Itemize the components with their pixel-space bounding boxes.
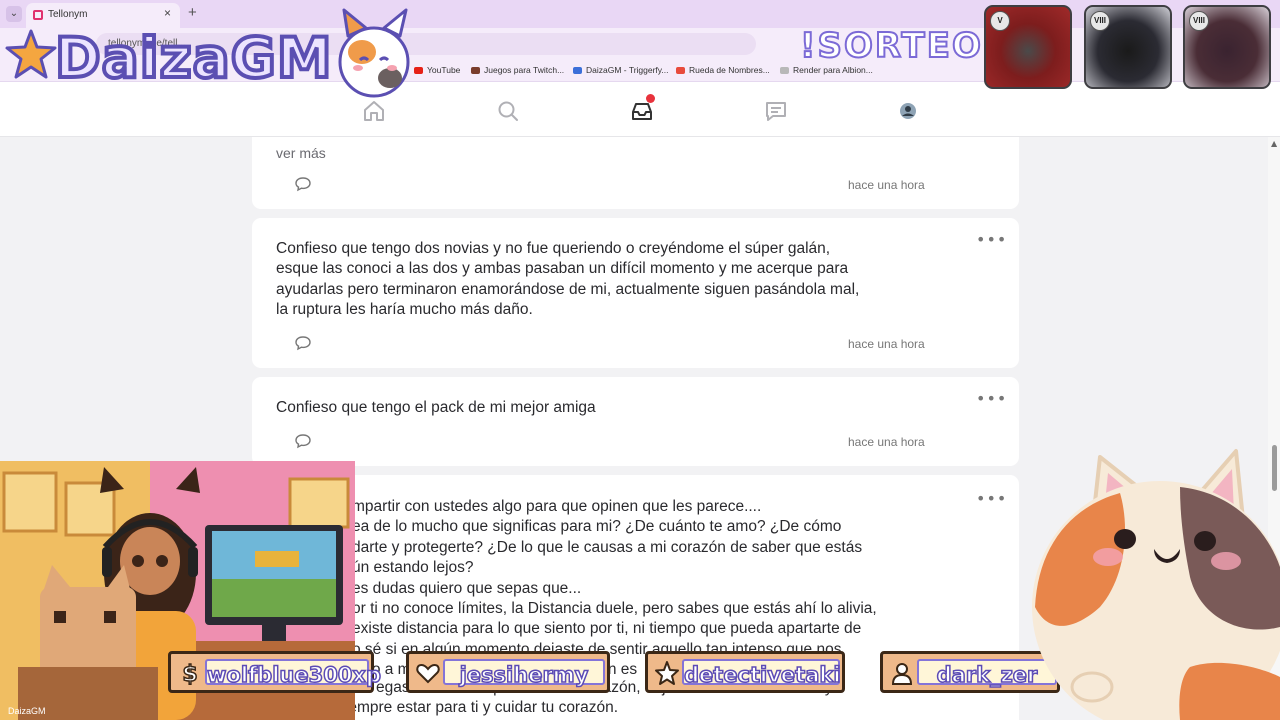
- bookmark-icon: [573, 67, 582, 74]
- raffle-item-mount: VIII: [1183, 5, 1271, 89]
- search-icon[interactable]: [496, 99, 520, 123]
- notification-dot: [646, 94, 655, 103]
- subscriber-name: jessihermy: [459, 662, 589, 688]
- item-tier-badge: VIII: [1090, 11, 1110, 31]
- subscriber-badge: jessihermy: [406, 651, 610, 693]
- bookmark-render[interactable]: Render para Albion...: [780, 65, 873, 75]
- post-time: hace una hora: [848, 435, 925, 449]
- post-time: hace una hora: [848, 337, 925, 351]
- star-icon: [655, 661, 679, 685]
- comment-icon[interactable]: [294, 433, 312, 449]
- tab-title: Tellonym: [48, 9, 88, 20]
- svg-text:$: $: [182, 662, 197, 686]
- channel-logo: DaizaGM: [53, 24, 334, 92]
- bookmark-rueda[interactable]: Rueda de Nombres...: [676, 65, 770, 75]
- new-tab-button[interactable]: +: [188, 4, 197, 21]
- subscriber-badge: detectivetaki: [645, 651, 845, 693]
- profile-avatar[interactable]: [897, 100, 919, 122]
- tab-close-button[interactable]: ×: [164, 6, 171, 20]
- tellonym-navbar: [0, 82, 1280, 137]
- read-more-link[interactable]: ver más: [276, 143, 936, 163]
- bookmark-icon: [471, 67, 480, 74]
- raffle-item-mount: V: [984, 5, 1072, 89]
- chat-icon[interactable]: [764, 99, 788, 123]
- person-icon: [891, 663, 913, 685]
- browser-tab[interactable]: Tellonym ×: [26, 3, 180, 28]
- tab-search-button[interactable]: ⌄: [6, 6, 22, 22]
- comment-icon[interactable]: [294, 176, 312, 192]
- post-options-button[interactable]: •••: [976, 230, 1007, 249]
- cat-mascot-icon: [338, 8, 410, 98]
- post-text: Confieso que tengo dos novias y no fue q…: [276, 240, 860, 319]
- dollar-icon: $: [182, 661, 199, 686]
- logo-star-icon: [5, 29, 57, 79]
- post-card: ver más hace una hora: [252, 137, 1019, 209]
- item-tier-badge: V: [990, 11, 1010, 31]
- raffle-title: !SORTEO: [799, 25, 983, 67]
- subscriber-name: detectivetaki: [683, 662, 841, 688]
- tellonym-favicon-icon: [33, 10, 43, 20]
- comment-icon[interactable]: [294, 335, 312, 351]
- subscriber-name: wolfblue300xp: [206, 662, 382, 688]
- post-text: Confieso que tengo el pack de mi mejor a…: [276, 399, 596, 416]
- bookmark-triggerfy[interactable]: DaizaGM - Triggerfy...: [573, 65, 669, 75]
- raffle-item-mount: VIII: [1084, 5, 1172, 89]
- post-card: ••• Confieso que tengo el pack de mi mej…: [252, 377, 1019, 466]
- bookmark-icon: [780, 67, 789, 74]
- bookmark-icon: [676, 67, 685, 74]
- bookmark-youtube[interactable]: YouTube: [414, 65, 460, 75]
- bookmark-juegos[interactable]: Juegos para Twitch...: [471, 65, 564, 75]
- webcam-watermark: DaizaGM: [8, 706, 46, 716]
- item-tier-badge: VIII: [1189, 11, 1209, 31]
- post-time: hace una hora: [848, 178, 925, 192]
- post-card: ••• Confieso que tengo dos novias y no f…: [252, 218, 1019, 368]
- heart-icon: [416, 663, 440, 684]
- post-options-button[interactable]: •••: [976, 389, 1007, 408]
- post-options-button[interactable]: •••: [976, 489, 1007, 508]
- calico-cat-mascot: [1032, 449, 1280, 720]
- subscriber-badge: $ wolfblue300xp: [168, 651, 382, 693]
- scroll-up-arrow-icon[interactable]: ▲: [1271, 139, 1277, 148]
